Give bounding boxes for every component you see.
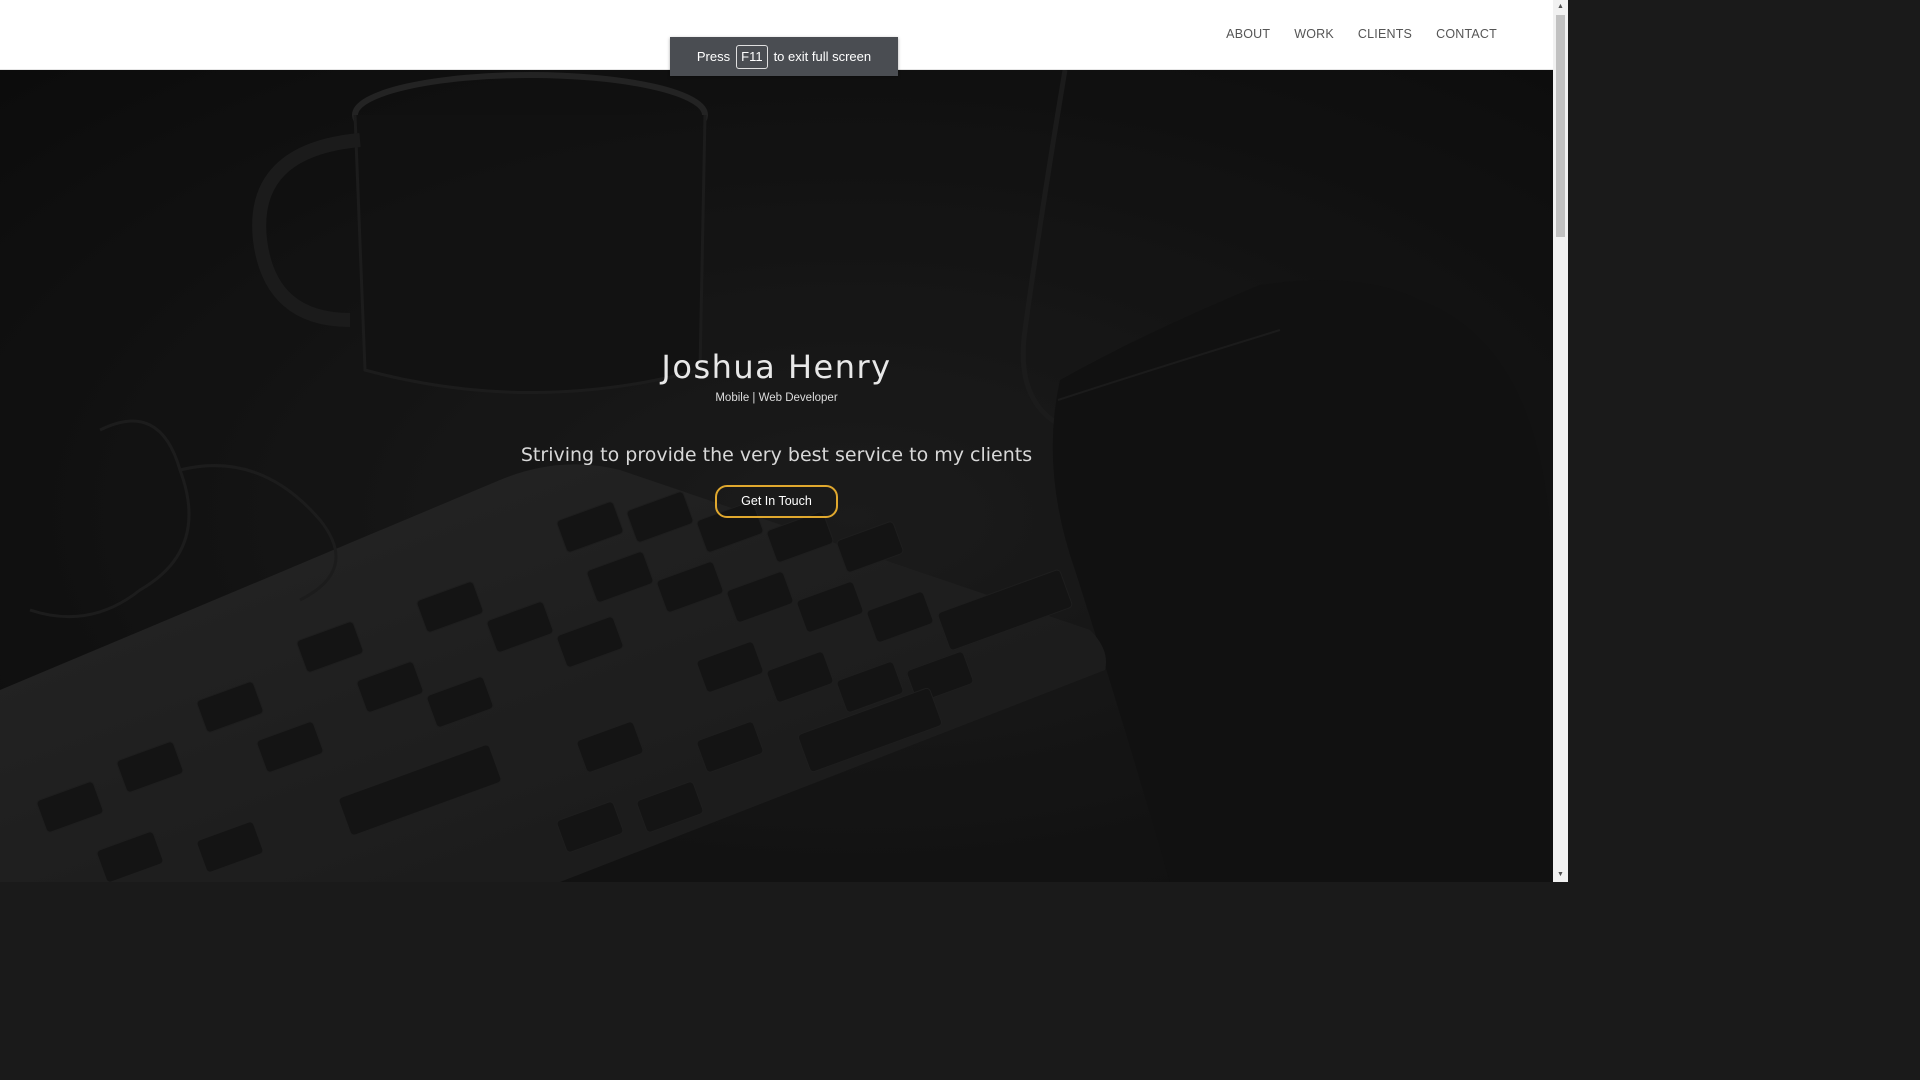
- toast-key-badge: F11: [736, 44, 768, 69]
- toast-suffix-text: to exit full screen: [773, 49, 872, 64]
- fullscreen-exit-toast: Press F11 to exit full screen: [670, 37, 898, 76]
- nav-link-work[interactable]: WORK: [1282, 26, 1346, 42]
- nav-links: ABOUT WORK CLIENTS CONTACT: [1214, 26, 1509, 42]
- hero-section: Joshua Henry Mobile | Web Developer Stri…: [0, 70, 1553, 882]
- hero-title: Joshua Henry: [661, 348, 892, 386]
- hero-tagline: Striving to provide the very best servic…: [520, 444, 1033, 466]
- hero-subtitle: Mobile | Web Developer: [715, 392, 838, 404]
- scrollbar-thumb[interactable]: [1556, 15, 1565, 237]
- nav-link-contact[interactable]: CONTACT: [1424, 26, 1509, 42]
- get-in-touch-button[interactable]: Get In Touch: [715, 485, 838, 518]
- toast-prefix-text: Press: [696, 49, 731, 64]
- hero-content: Joshua Henry Mobile | Web Developer Stri…: [0, 70, 1553, 882]
- scroll-up-arrow-icon[interactable]: ▲: [1553, 0, 1568, 14]
- scroll-down-arrow-icon[interactable]: ▼: [1553, 868, 1568, 882]
- nav-link-about[interactable]: ABOUT: [1214, 26, 1282, 42]
- nav-link-clients[interactable]: CLIENTS: [1346, 26, 1424, 42]
- vertical-scrollbar[interactable]: ▲ ▼: [1553, 0, 1568, 882]
